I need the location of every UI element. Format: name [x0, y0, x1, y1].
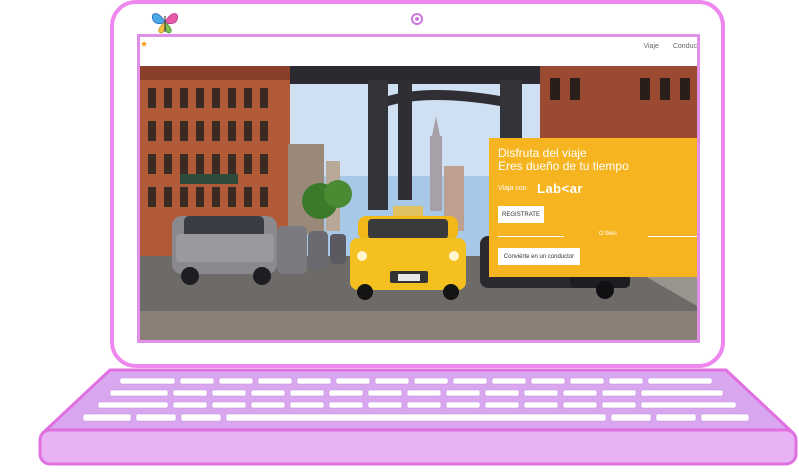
signup-panel: Disfruta del viaje Eres dueño de tu tiem… — [489, 138, 697, 277]
laptop-keyboard-base — [38, 368, 798, 466]
become-driver-button[interactable]: Conviérte en un conductor — [498, 248, 580, 265]
webcam-icon — [411, 13, 423, 25]
site-logo-icon[interactable]: ★ — [140, 40, 148, 49]
laptop-screen: ★ Viaje Conduc Disfruta del viaje Eres d… — [137, 34, 700, 343]
butterfly-logo-icon — [151, 13, 179, 34]
top-nav: Viaje Conduc — [631, 43, 697, 50]
brand-logo-text: Lab<ar — [537, 181, 583, 196]
hero-headline-line2: Eres dueño de tu tiempo — [498, 159, 629, 173]
nav-link-viaje[interactable]: Viaje — [643, 43, 658, 50]
hero-headline: Disfruta del viaje Eres dueño de tu tiem… — [498, 147, 629, 173]
register-button[interactable]: REGISTRATE — [498, 206, 544, 223]
travel-with-label: Viaja con — [498, 185, 527, 192]
hero-section: Disfruta del viaje Eres dueño de tu tiem… — [140, 66, 697, 340]
nav-link-conductor[interactable]: Conduc — [673, 43, 697, 50]
divider-line-left — [498, 236, 564, 237]
divider-line-right — [648, 236, 697, 237]
or-divider-text: O bien — [599, 231, 617, 237]
or-divider: O bien — [498, 231, 697, 241]
